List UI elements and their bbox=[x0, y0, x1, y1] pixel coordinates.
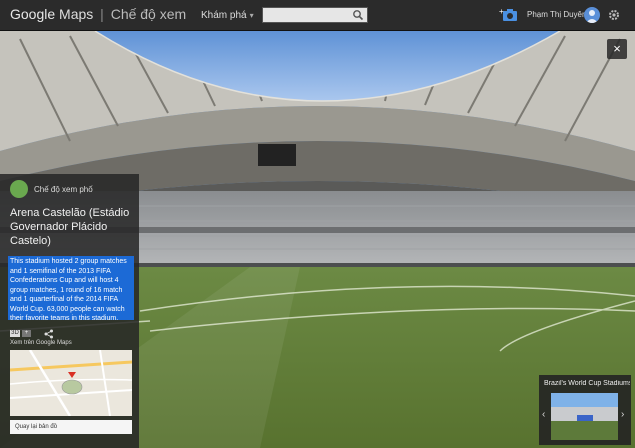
chevron-down-icon: ▾ bbox=[249, 11, 254, 20]
place-description: This stadium hosted 2 group matches and … bbox=[8, 256, 134, 320]
mini-map[interactable] bbox=[10, 350, 132, 416]
place-title: Arena Castelão (Estádio Governador Pláci… bbox=[10, 207, 130, 247]
search-icon[interactable] bbox=[352, 9, 364, 21]
app-logo[interactable]: Google Maps | Chế độ xem bbox=[10, 6, 186, 22]
zoom-button[interactable]: + bbox=[22, 330, 31, 337]
search-box bbox=[262, 7, 368, 25]
add-photo-icon[interactable]: + bbox=[499, 7, 519, 23]
view-3d-button[interactable]: 3D bbox=[10, 330, 20, 337]
top-bar: Google Maps | Chế độ xem Khám phá ▾ + Phạ… bbox=[0, 0, 635, 31]
source-label: Chế độ xem phố bbox=[34, 185, 93, 194]
related-collection[interactable]: Brazil's World Cup Stadiums ‹ › bbox=[539, 375, 631, 445]
svg-text:+: + bbox=[499, 7, 504, 16]
user-name[interactable]: Phạm Thị Duyên bbox=[527, 10, 586, 19]
back-to-map-link[interactable]: Quay lại bản đồ bbox=[10, 420, 132, 434]
explore-menu[interactable]: Khám phá ▾ bbox=[201, 10, 254, 21]
collection-thumbnail[interactable] bbox=[551, 393, 618, 440]
gear-icon[interactable] bbox=[608, 9, 620, 21]
search-input[interactable] bbox=[263, 11, 355, 25]
panel-tools: 3D + bbox=[10, 329, 70, 339]
close-button[interactable]: × bbox=[607, 39, 627, 59]
logo-separator: | bbox=[100, 6, 104, 22]
map-label[interactable]: Xem trên Google Maps bbox=[10, 340, 72, 346]
chevron-right-icon[interactable]: › bbox=[621, 409, 624, 420]
google-logo: Google bbox=[10, 6, 56, 22]
chevron-left-icon[interactable]: ‹ bbox=[542, 409, 545, 420]
avatar[interactable] bbox=[584, 7, 600, 23]
maps-label: Maps bbox=[59, 6, 94, 22]
mode-label: Chế độ xem bbox=[110, 6, 187, 22]
user-icon bbox=[586, 10, 598, 23]
info-panel: Chế độ xem phố Arena Castelão (Estádio G… bbox=[0, 174, 139, 448]
collection-label: Brazil's World Cup Stadiums bbox=[544, 380, 630, 387]
source-tag[interactable]: Chế độ xem phố bbox=[10, 180, 130, 200]
share-icon[interactable] bbox=[44, 329, 54, 339]
street-view-icon bbox=[10, 180, 28, 198]
explore-label: Khám phá bbox=[201, 10, 247, 21]
close-icon: × bbox=[613, 41, 621, 56]
